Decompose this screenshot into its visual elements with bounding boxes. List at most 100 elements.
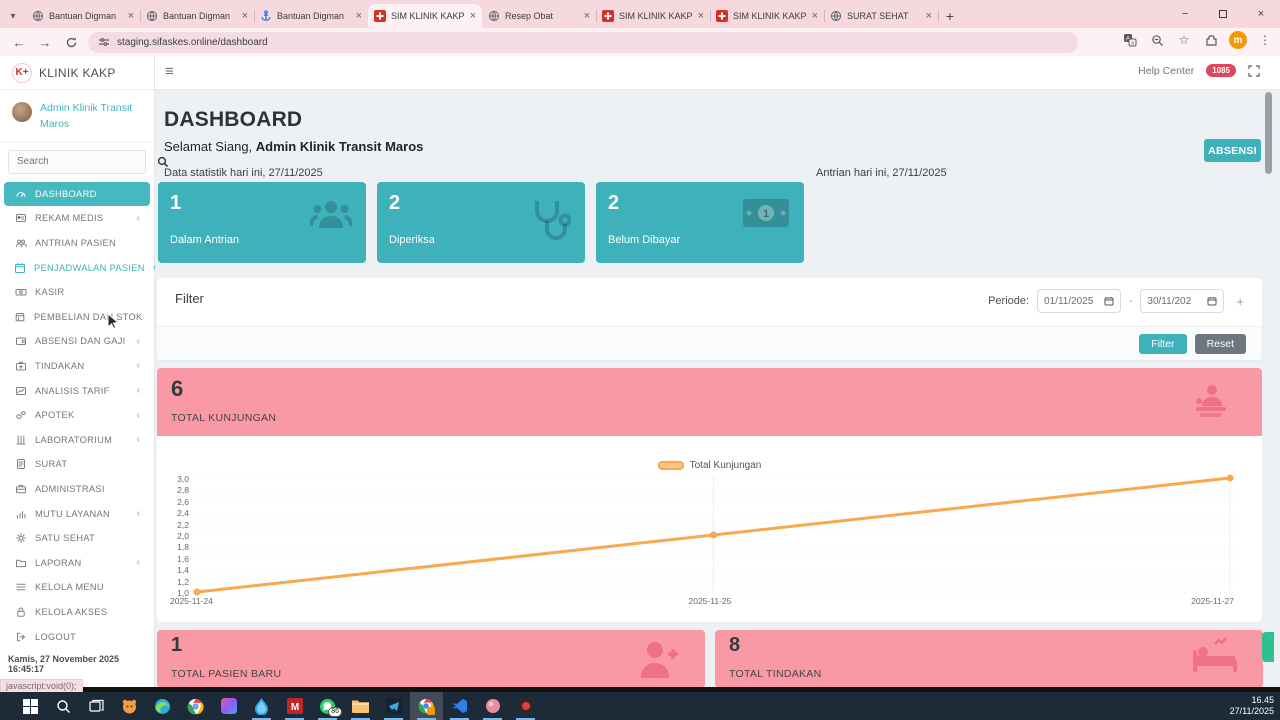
taskbar-chrome-icon[interactable]: [179, 692, 212, 720]
stat-card-belum-dibayar[interactable]: 2Belum Dibayar1: [596, 182, 804, 263]
taskbar-pet-icon[interactable]: [113, 692, 146, 720]
absensi-button[interactable]: ABSENSI: [1204, 139, 1261, 162]
stat-card-dalam-antrian[interactable]: 1Dalam Antrian: [158, 182, 366, 263]
maximize-button[interactable]: [1204, 0, 1242, 28]
stat-card-diperiksa[interactable]: 2Diperiksa: [377, 182, 585, 263]
add-filter-icon[interactable]: +: [1236, 294, 1244, 309]
sidebar-item-penjadwalan-pasien[interactable]: PENJADWALAN PASIEN‹: [4, 255, 150, 280]
card-total-tindakan[interactable]: 8TOTAL TINDAKAN: [715, 630, 1263, 688]
idcard-icon: [14, 212, 27, 224]
sidebar-item-kasir[interactable]: KASIR: [4, 280, 150, 305]
tab-search-chevron-icon[interactable]: ▾: [0, 4, 26, 28]
back-icon[interactable]: ←: [6, 31, 32, 53]
scrollbar-thumb[interactable]: [1265, 92, 1272, 174]
sidebar-item-analisis-tarif[interactable]: ANALISIS TARIF‹: [4, 378, 150, 403]
sidebar-item-logout[interactable]: LOGOUT: [4, 624, 150, 649]
browser-menu-icon[interactable]: ⋮: [1256, 31, 1274, 49]
sidebar-search-input[interactable]: [9, 156, 157, 167]
chart-legend[interactable]: Total Kunjungan: [157, 460, 1262, 471]
search-icon[interactable]: [157, 156, 169, 168]
translate-icon[interactable]: Aa: [1121, 31, 1139, 49]
reset-button[interactable]: Reset: [1195, 334, 1246, 354]
globe-favicon-icon: [488, 10, 500, 22]
url-text[interactable]: staging.sifaskes.online/dashboard: [117, 37, 268, 48]
sidebar-item-absensi-dan-gaji[interactable]: ABSENSI DAN GAJI‹: [4, 329, 150, 354]
extensions-icon[interactable]: [1202, 31, 1220, 49]
tab-close-icon[interactable]: ×: [128, 10, 134, 22]
globe-favicon-icon: [146, 10, 158, 22]
user-name[interactable]: Admin Klinik Transit Maros: [40, 100, 142, 133]
browser-tab-0[interactable]: Bantuan Digman×: [26, 4, 140, 28]
sidebar-item-label: LOGOUT: [35, 632, 140, 642]
minimize-button[interactable]: −: [1166, 0, 1204, 28]
filter-button[interactable]: Filter: [1139, 334, 1186, 354]
line-chart[interactable]: [192, 478, 1235, 592]
new-tab-button[interactable]: +: [938, 4, 962, 28]
taskbar-whatsapp-icon[interactable]: 86: [311, 692, 344, 720]
sidebar-item-label: PENJADWALAN PASIEN: [34, 263, 145, 273]
help-center-link[interactable]: Help Center: [1138, 65, 1194, 77]
site-settings-icon[interactable]: [98, 36, 110, 48]
page-scrollbar[interactable]: [1264, 90, 1273, 688]
browser-tab-2[interactable]: Bantuan Digman×: [254, 4, 368, 28]
taskbar-start-icon[interactable]: [14, 692, 47, 720]
sidebar-item-dashboard[interactable]: DASHBOARD: [4, 182, 150, 207]
taskbar-search-icon[interactable]: [47, 692, 80, 720]
sidebar-item-mutu-layanan[interactable]: MUTU LAYANAN‹: [4, 501, 150, 526]
taskbar-taskview-icon[interactable]: [80, 692, 113, 720]
browser-tab-6[interactable]: SIM KLINIK KAKP×: [710, 4, 824, 28]
taskbar-telegram-icon[interactable]: [377, 692, 410, 720]
taskbar-mapp-icon[interactable]: M: [278, 692, 311, 720]
tab-close-icon[interactable]: ×: [698, 10, 704, 22]
taskbar-drop-icon[interactable]: [245, 692, 278, 720]
sidebar-item-satu-sehat[interactable]: SATU SEHAT: [4, 526, 150, 551]
taskbar-explorer-icon[interactable]: [344, 692, 377, 720]
sidebar-item-apotek[interactable]: APOTEK‹: [4, 403, 150, 428]
bookmark-star-icon[interactable]: ☆: [1175, 31, 1193, 49]
tab-close-icon[interactable]: ×: [242, 10, 248, 22]
tab-close-icon[interactable]: ×: [356, 10, 362, 22]
tab-close-icon[interactable]: ×: [470, 10, 476, 22]
sidebar-item-kelola-akses[interactable]: KELOLA AKSES: [4, 600, 150, 625]
taskbar-clock[interactable]: 16.45 27/11/2025: [1230, 695, 1274, 717]
browser-tab-4[interactable]: Resep Obat×: [482, 4, 596, 28]
taskbar-reddot-icon[interactable]: [509, 692, 542, 720]
fullscreen-icon[interactable]: [1248, 65, 1260, 77]
sidebar-item-rekam-medis[interactable]: REKAM MEDIS‹: [4, 206, 150, 231]
date-from-input[interactable]: 01/11/2025: [1037, 289, 1121, 313]
reload-icon[interactable]: [58, 31, 84, 53]
forward-icon[interactable]: →: [32, 31, 58, 53]
browser-tab-5[interactable]: SIM KLINIK KAKP×: [596, 4, 710, 28]
sidebar-item-pembelian-dan-stok[interactable]: PEMBELIAN DAN STOK: [4, 305, 150, 330]
taskbar-photos-icon[interactable]: [212, 692, 245, 720]
address-bar[interactable]: staging.sifaskes.online/dashboard: [88, 32, 1078, 53]
y-axis-tick: 1,8: [161, 542, 189, 552]
browser-tab-1[interactable]: Bantuan Digman×: [140, 4, 254, 28]
user-row[interactable]: Admin Klinik Transit Maros: [0, 90, 154, 142]
browser-tab-7[interactable]: SURAT SEHAT×: [824, 4, 938, 28]
sidebar-item-kelola-menu[interactable]: KELOLA MENU: [4, 575, 150, 600]
sidebar-item-laporan[interactable]: LAPORAN‹: [4, 550, 150, 575]
browser-profile-avatar[interactable]: m: [1229, 31, 1247, 49]
tab-close-icon[interactable]: ×: [926, 10, 932, 22]
card-total-pasien-baru[interactable]: 1TOTAL PASIEN BARU: [157, 630, 705, 688]
sidebar-item-tindakan[interactable]: TINDAKAN‹: [4, 354, 150, 379]
taskbar-edge-icon[interactable]: [146, 692, 179, 720]
file-icon: [14, 458, 27, 470]
taskbar-pinkapp-icon[interactable]: [476, 692, 509, 720]
sidebar-item-label: PEMBELIAN DAN STOK: [34, 312, 143, 322]
sidebar-item-administrasi[interactable]: ADMINISTRASI: [4, 477, 150, 502]
tab-close-icon[interactable]: ×: [584, 10, 590, 22]
sidebar-item-laboratorium[interactable]: LABORATORIUM‹: [4, 427, 150, 452]
tab-close-icon[interactable]: ×: [812, 10, 818, 22]
taskbar-vscode-icon[interactable]: [443, 692, 476, 720]
sidebar-item-antrian-pasien[interactable]: ANTRIAN PASIEN: [4, 231, 150, 256]
zoom-out-icon[interactable]: [1148, 31, 1166, 49]
browser-tab-3[interactable]: SIM KLINIK KAKP×: [368, 4, 482, 28]
taskbar-chrome-active-icon[interactable]: [410, 692, 443, 720]
close-button[interactable]: ×: [1242, 0, 1280, 28]
sidebar-item-surat[interactable]: SURAT: [4, 452, 150, 477]
hamburger-icon[interactable]: ≡: [165, 63, 174, 80]
notification-badge[interactable]: 1085: [1206, 64, 1236, 77]
date-to-input[interactable]: 30/11/202: [1140, 289, 1224, 313]
